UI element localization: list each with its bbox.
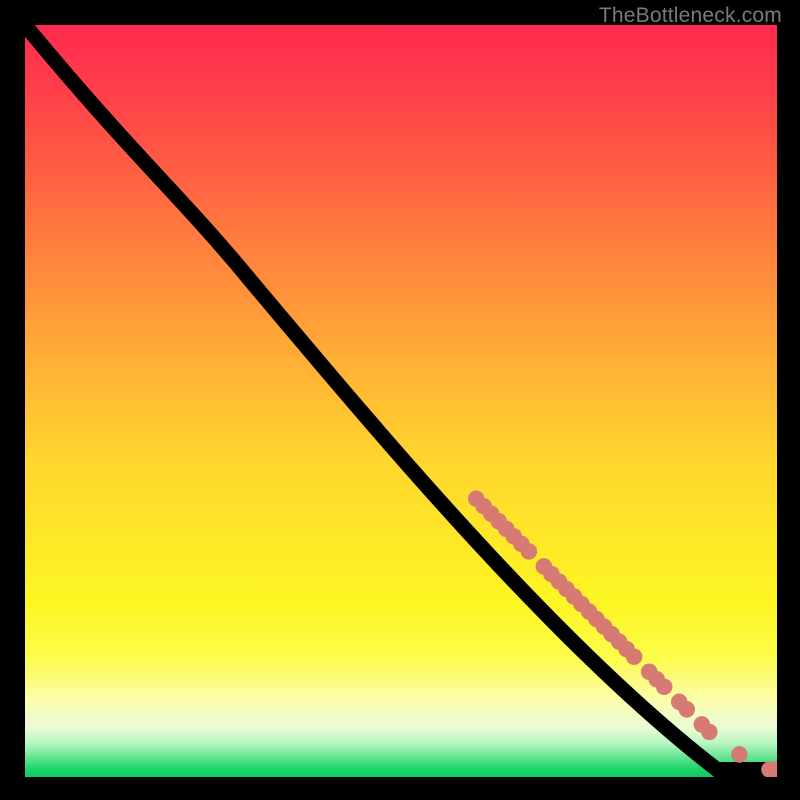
data-point [656, 678, 673, 695]
data-point [678, 701, 695, 718]
chart-area [25, 25, 777, 777]
watermark-text: TheBottleneck.com [599, 4, 782, 28]
chart-svg [25, 25, 777, 777]
data-point [701, 724, 718, 741]
data-point [521, 543, 538, 560]
stage: TheBottleneck.com [0, 0, 800, 800]
data-points [468, 490, 777, 777]
data-point [626, 648, 643, 665]
data-point [731, 746, 748, 763]
curve-line [25, 25, 777, 769]
